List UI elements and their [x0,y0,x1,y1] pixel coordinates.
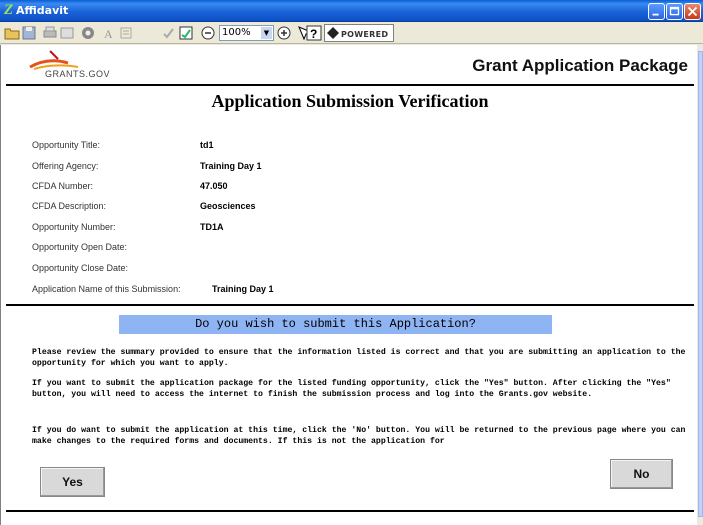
svg-text:?: ? [310,27,317,41]
minimize-icon [652,13,659,16]
close-button[interactable] [684,3,701,20]
format-icon[interactable] [118,25,134,41]
maximize-button[interactable] [666,3,683,20]
form-icon[interactable] [178,25,194,41]
page-title: Application Submission Verification [211,91,489,111]
grants-gov-logo: GRANTS.GOV [28,49,163,81]
field-label: Offering Agency: [32,161,99,171]
field-label: Opportunity Number: [32,222,116,232]
field-label: Application Name of this Submission: [32,284,181,294]
font-icon[interactable]: A [101,25,117,41]
yes-instructions-paragraph: If you want to submit the application pa… [32,379,671,399]
scrollbar-thumb[interactable] [698,51,703,517]
spell-check-icon[interactable] [161,25,177,41]
print-preview-icon[interactable] [59,25,75,41]
package-title: Grant Application Package [472,56,688,75]
open-folder-icon[interactable] [4,25,20,41]
vertical-scrollbar[interactable] [697,45,703,525]
field-value: Geosciences [200,201,256,211]
field-value: Training Day 1 [200,161,262,171]
no-button[interactable]: No [610,459,673,489]
window-titlebar: Z Affidavit [0,0,703,22]
field-value: TD1A [200,222,224,232]
logo-text: GRANTS.GOV [45,69,111,79]
field-label: Opportunity Title: [32,140,101,150]
zoom-out-icon[interactable] [200,25,216,41]
zoom-in-icon[interactable] [276,25,292,41]
field-label: CFDA Description: [32,201,107,211]
field-value: 47.050 [200,181,228,191]
review-paragraph: Please review the summary provided to en… [32,348,686,368]
window-title: Affidavit [16,4,69,17]
pureedge-label: POWERED [341,30,389,39]
no-instructions-paragraph: If you do want to submit the application… [32,426,686,446]
toolbar: A 100% ▼ ? ? POWERED [0,22,703,44]
svg-text:A: A [104,27,113,41]
field-label: Opportunity Open Date: [32,242,128,252]
close-icon [687,6,698,17]
zoom-level: 100% [222,27,251,38]
email-icon[interactable] [80,25,96,41]
footer-divider [6,510,694,512]
save-icon[interactable] [21,25,37,41]
zoom-select[interactable]: 100% ▼ [219,25,274,41]
minimize-button[interactable] [648,3,665,20]
pureedge-powered-logo: POWERED [324,24,394,42]
diamond-icon [327,27,339,39]
maximize-icon [669,6,680,16]
submit-question: Do you wish to submit this Application? [119,315,552,334]
print-icon[interactable] [42,25,58,41]
field-value: Training Day 1 [212,284,274,294]
help-icon[interactable]: ? [306,25,322,41]
field-label: Opportunity Close Date: [32,263,129,273]
yes-button[interactable]: Yes [40,467,105,497]
page-header: GRANTS.GOV Grant Application Package [6,46,694,86]
field-label: CFDA Number: [32,181,94,191]
chevron-down-icon[interactable]: ▼ [261,27,272,39]
section-divider [6,304,694,306]
grants-swoosh-icon [29,50,79,70]
field-value: td1 [200,140,214,150]
